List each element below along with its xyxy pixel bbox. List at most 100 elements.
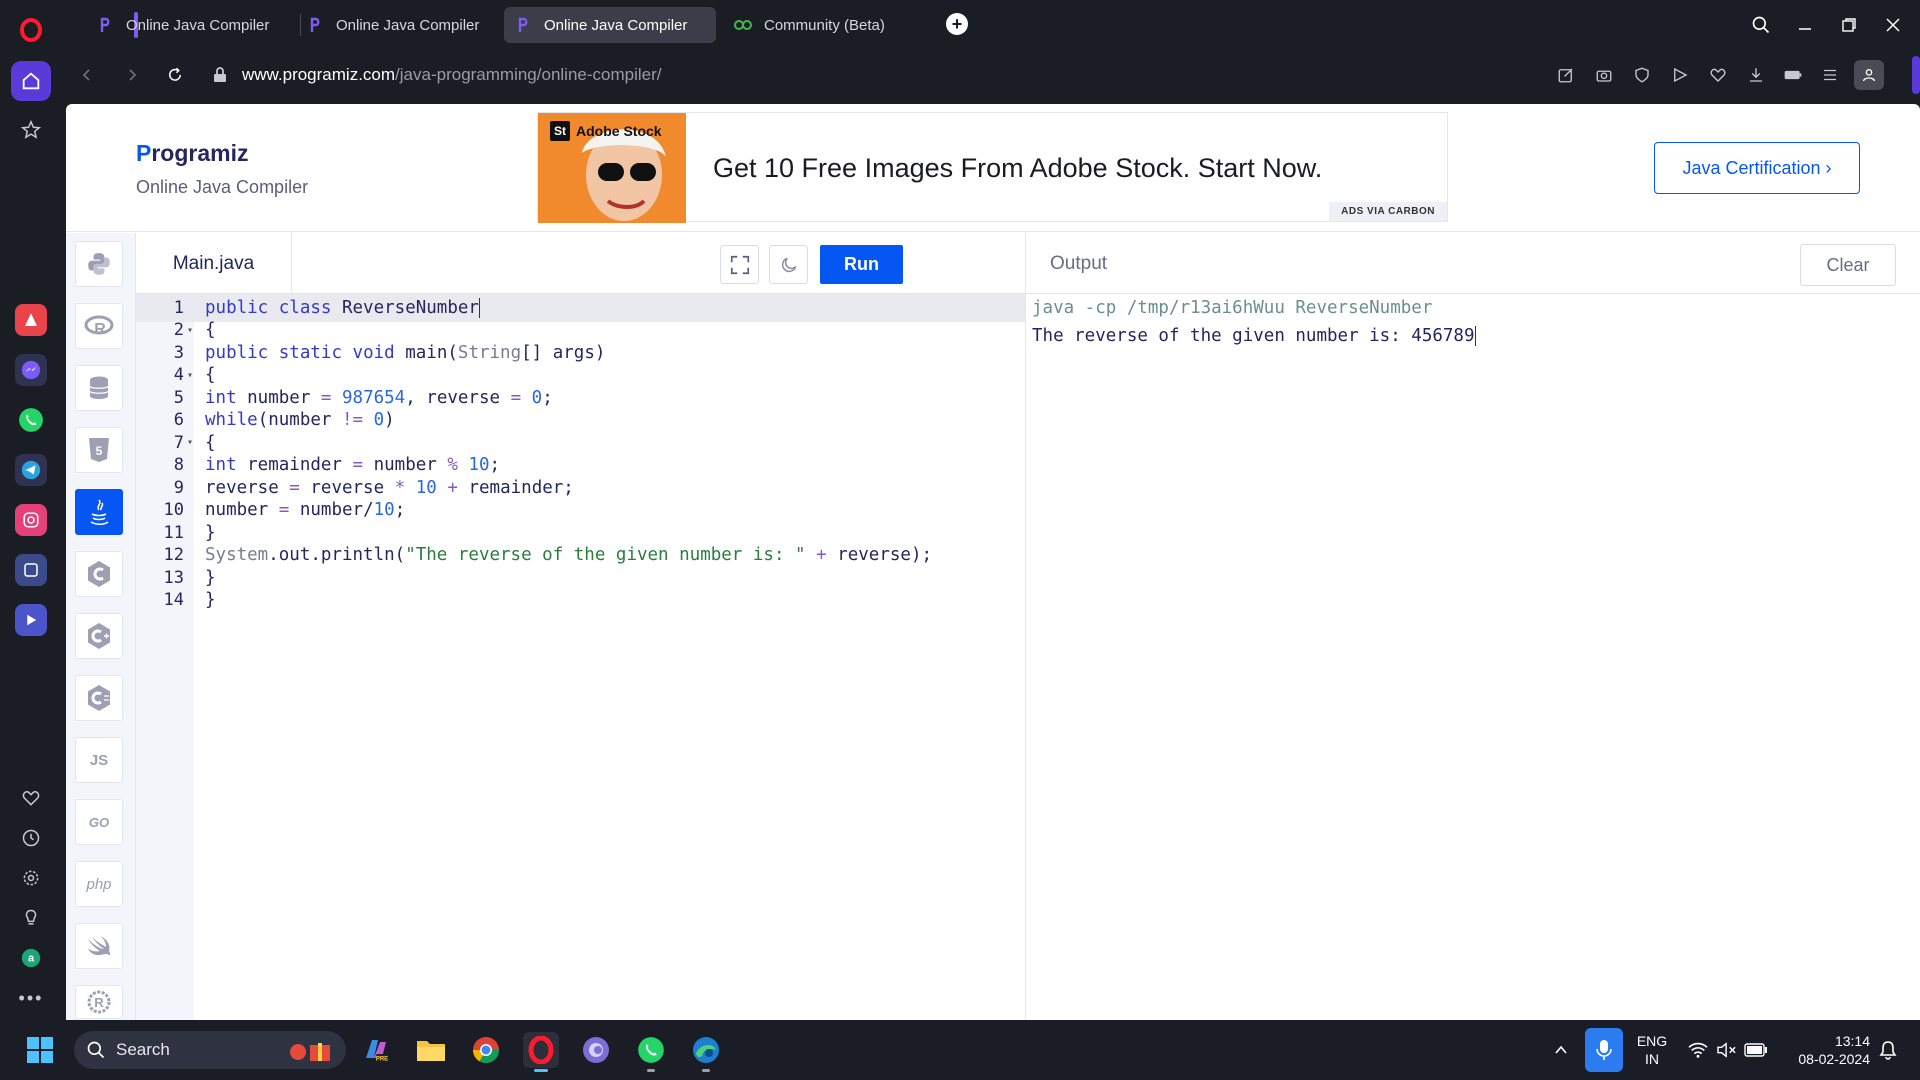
lightbulb-icon[interactable]: [11, 898, 51, 938]
close-window-icon[interactable]: [1878, 10, 1908, 40]
line-number: 4: [173, 365, 184, 386]
code-line: 14}: [136, 587, 1025, 615]
forward-icon[interactable]: [117, 60, 147, 90]
history-icon[interactable]: [11, 818, 51, 858]
adobe-stock-label: Adobe Stock: [576, 123, 662, 139]
easy-setup-icon[interactable]: [1817, 62, 1843, 88]
messenger-icon[interactable]: [15, 354, 47, 386]
edge-dev-icon[interactable]: [578, 1032, 614, 1068]
tab-community-beta[interactable]: Community (Beta): [720, 7, 920, 43]
fold-arrow-icon[interactable]: ▾: [184, 437, 196, 448]
sql-lang-icon[interactable]: [75, 365, 123, 411]
battery-icon[interactable]: [1738, 1032, 1774, 1068]
site-header: Programiz Online Java Compiler St Adobe …: [66, 104, 1920, 232]
edge-icon[interactable]: [688, 1032, 724, 1072]
go-lang-icon[interactable]: GO: [75, 799, 123, 845]
amazon-icon[interactable]: a: [11, 938, 51, 978]
code-editor[interactable]: 1 public class ReverseNumber 2 ▾{ 3 public …: [136, 294, 1025, 1020]
microphone-icon[interactable]: [1585, 1028, 1623, 1072]
ad-image: St Adobe Stock: [538, 113, 686, 223]
settings-icon[interactable]: [11, 858, 51, 898]
svg-text:PRE: PRE: [376, 1057, 388, 1063]
c-lang-icon[interactable]: [75, 551, 123, 597]
reload-icon[interactable]: [160, 60, 190, 90]
back-icon[interactable]: [72, 60, 102, 90]
php-lang-icon[interactable]: php: [75, 861, 123, 907]
star-icon[interactable]: [11, 110, 51, 150]
clock-time: 13:14: [1834, 1033, 1870, 1049]
copilot-icon[interactable]: PRE: [358, 1032, 394, 1068]
language-rail: R 5 JS GO php R: [66, 233, 136, 1020]
restore-icon[interactable]: [1834, 10, 1864, 40]
clock[interactable]: 13:14 08-02-2024: [1780, 1032, 1870, 1068]
run-button[interactable]: Run: [820, 245, 903, 284]
tab-online-java-compiler-active[interactable]: Online Java Compiler: [504, 7, 716, 43]
aria-app-icon[interactable]: [15, 304, 47, 336]
send-icon[interactable]: [1667, 62, 1693, 88]
profile-icon[interactable]: [1854, 60, 1884, 90]
download-icon[interactable]: [1743, 62, 1769, 88]
dark-mode-icon[interactable]: [769, 245, 808, 284]
chrome-icon[interactable]: [468, 1032, 504, 1068]
opera-taskbar-icon[interactable]: [523, 1032, 559, 1072]
programiz-logo[interactable]: Programiz: [136, 140, 248, 167]
new-tab-button[interactable]: +: [946, 13, 968, 35]
panel-divider[interactable]: [1025, 233, 1026, 1020]
clear-button[interactable]: Clear: [1800, 244, 1896, 286]
tab-online-java-compiler-1[interactable]: Online Java Compiler: [86, 7, 292, 43]
svg-text:a: a: [28, 953, 35, 965]
line-number: 13: [163, 567, 184, 588]
r-lang-icon[interactable]: R: [75, 303, 123, 349]
output-result: The reverse of the given number is: 4567…: [1032, 322, 1476, 350]
shield-icon[interactable]: [1629, 62, 1655, 88]
html-lang-icon[interactable]: 5: [75, 427, 123, 473]
favorites-heart-icon[interactable]: [1705, 62, 1731, 88]
ad-headline: Get 10 Free Images From Adobe Stock. Sta…: [713, 153, 1323, 183]
instagram-icon[interactable]: [15, 504, 47, 536]
whatsapp-icon[interactable]: [15, 404, 47, 436]
fullscreen-icon[interactable]: [720, 245, 759, 284]
tab-online-java-compiler-2[interactable]: Online Java Compiler: [296, 7, 502, 43]
line-number: 14: [163, 590, 184, 611]
telegram-icon[interactable]: [15, 454, 47, 486]
music-app-icon[interactable]: [15, 554, 47, 586]
camera-icon[interactable]: [1591, 62, 1617, 88]
notification-bell-icon[interactable]: [1870, 1032, 1906, 1068]
python-lang-icon[interactable]: [75, 241, 123, 287]
output-caret: [1474, 326, 1476, 346]
opera-logo-icon[interactable]: [11, 10, 51, 50]
ad-banner[interactable]: St Adobe Stock Get 10 Free Images From A…: [537, 112, 1448, 223]
svg-text:R: R: [94, 321, 106, 337]
heart-icon[interactable]: [11, 778, 51, 818]
snapshot-edit-icon[interactable]: [1553, 62, 1579, 88]
search-label: Search: [116, 1040, 170, 1059]
rust-lang-icon[interactable]: R: [75, 985, 123, 1019]
tab-search-icon[interactable]: [1746, 10, 1776, 40]
cpp-lang-icon[interactable]: [75, 613, 123, 659]
home-icon[interactable]: [11, 61, 51, 101]
input-language[interactable]: ENG IN: [1632, 1032, 1672, 1068]
line-number: 6: [173, 410, 184, 431]
java-certification-button[interactable]: Java Certification ›: [1654, 142, 1860, 194]
fold-arrow-icon[interactable]: ▾: [184, 325, 196, 336]
file-explorer-icon[interactable]: [413, 1032, 449, 1068]
fold-arrow-icon[interactable]: ▾: [184, 370, 196, 381]
whatsapp-taskbar-icon[interactable]: [633, 1032, 669, 1072]
minimize-icon[interactable]: [1790, 10, 1820, 40]
lang-bottom: IN: [1645, 1051, 1659, 1067]
javascript-lang-icon[interactable]: JS: [75, 737, 123, 783]
url-field[interactable]: www.programiz.com/java-programming/onlin…: [242, 62, 662, 88]
show-hidden-icons[interactable]: [1543, 1032, 1579, 1068]
csharp-lang-icon[interactable]: [75, 675, 123, 721]
swift-lang-icon[interactable]: [75, 923, 123, 969]
more-icon[interactable]: •••: [11, 978, 51, 1018]
file-tab-main-java[interactable]: Main.java: [136, 233, 292, 294]
url-path: /java-programming/online-compiler/: [395, 65, 662, 84]
battery-saver-icon[interactable]: [1780, 62, 1806, 88]
java-lang-icon[interactable]: [75, 489, 123, 535]
line-number: 2: [173, 320, 184, 341]
player-icon[interactable]: [15, 604, 47, 636]
taskbar-search[interactable]: Search: [74, 1031, 346, 1069]
ads-via-carbon[interactable]: ADS VIA CARBON: [1329, 202, 1447, 221]
windows-start-icon[interactable]: [22, 1032, 58, 1068]
